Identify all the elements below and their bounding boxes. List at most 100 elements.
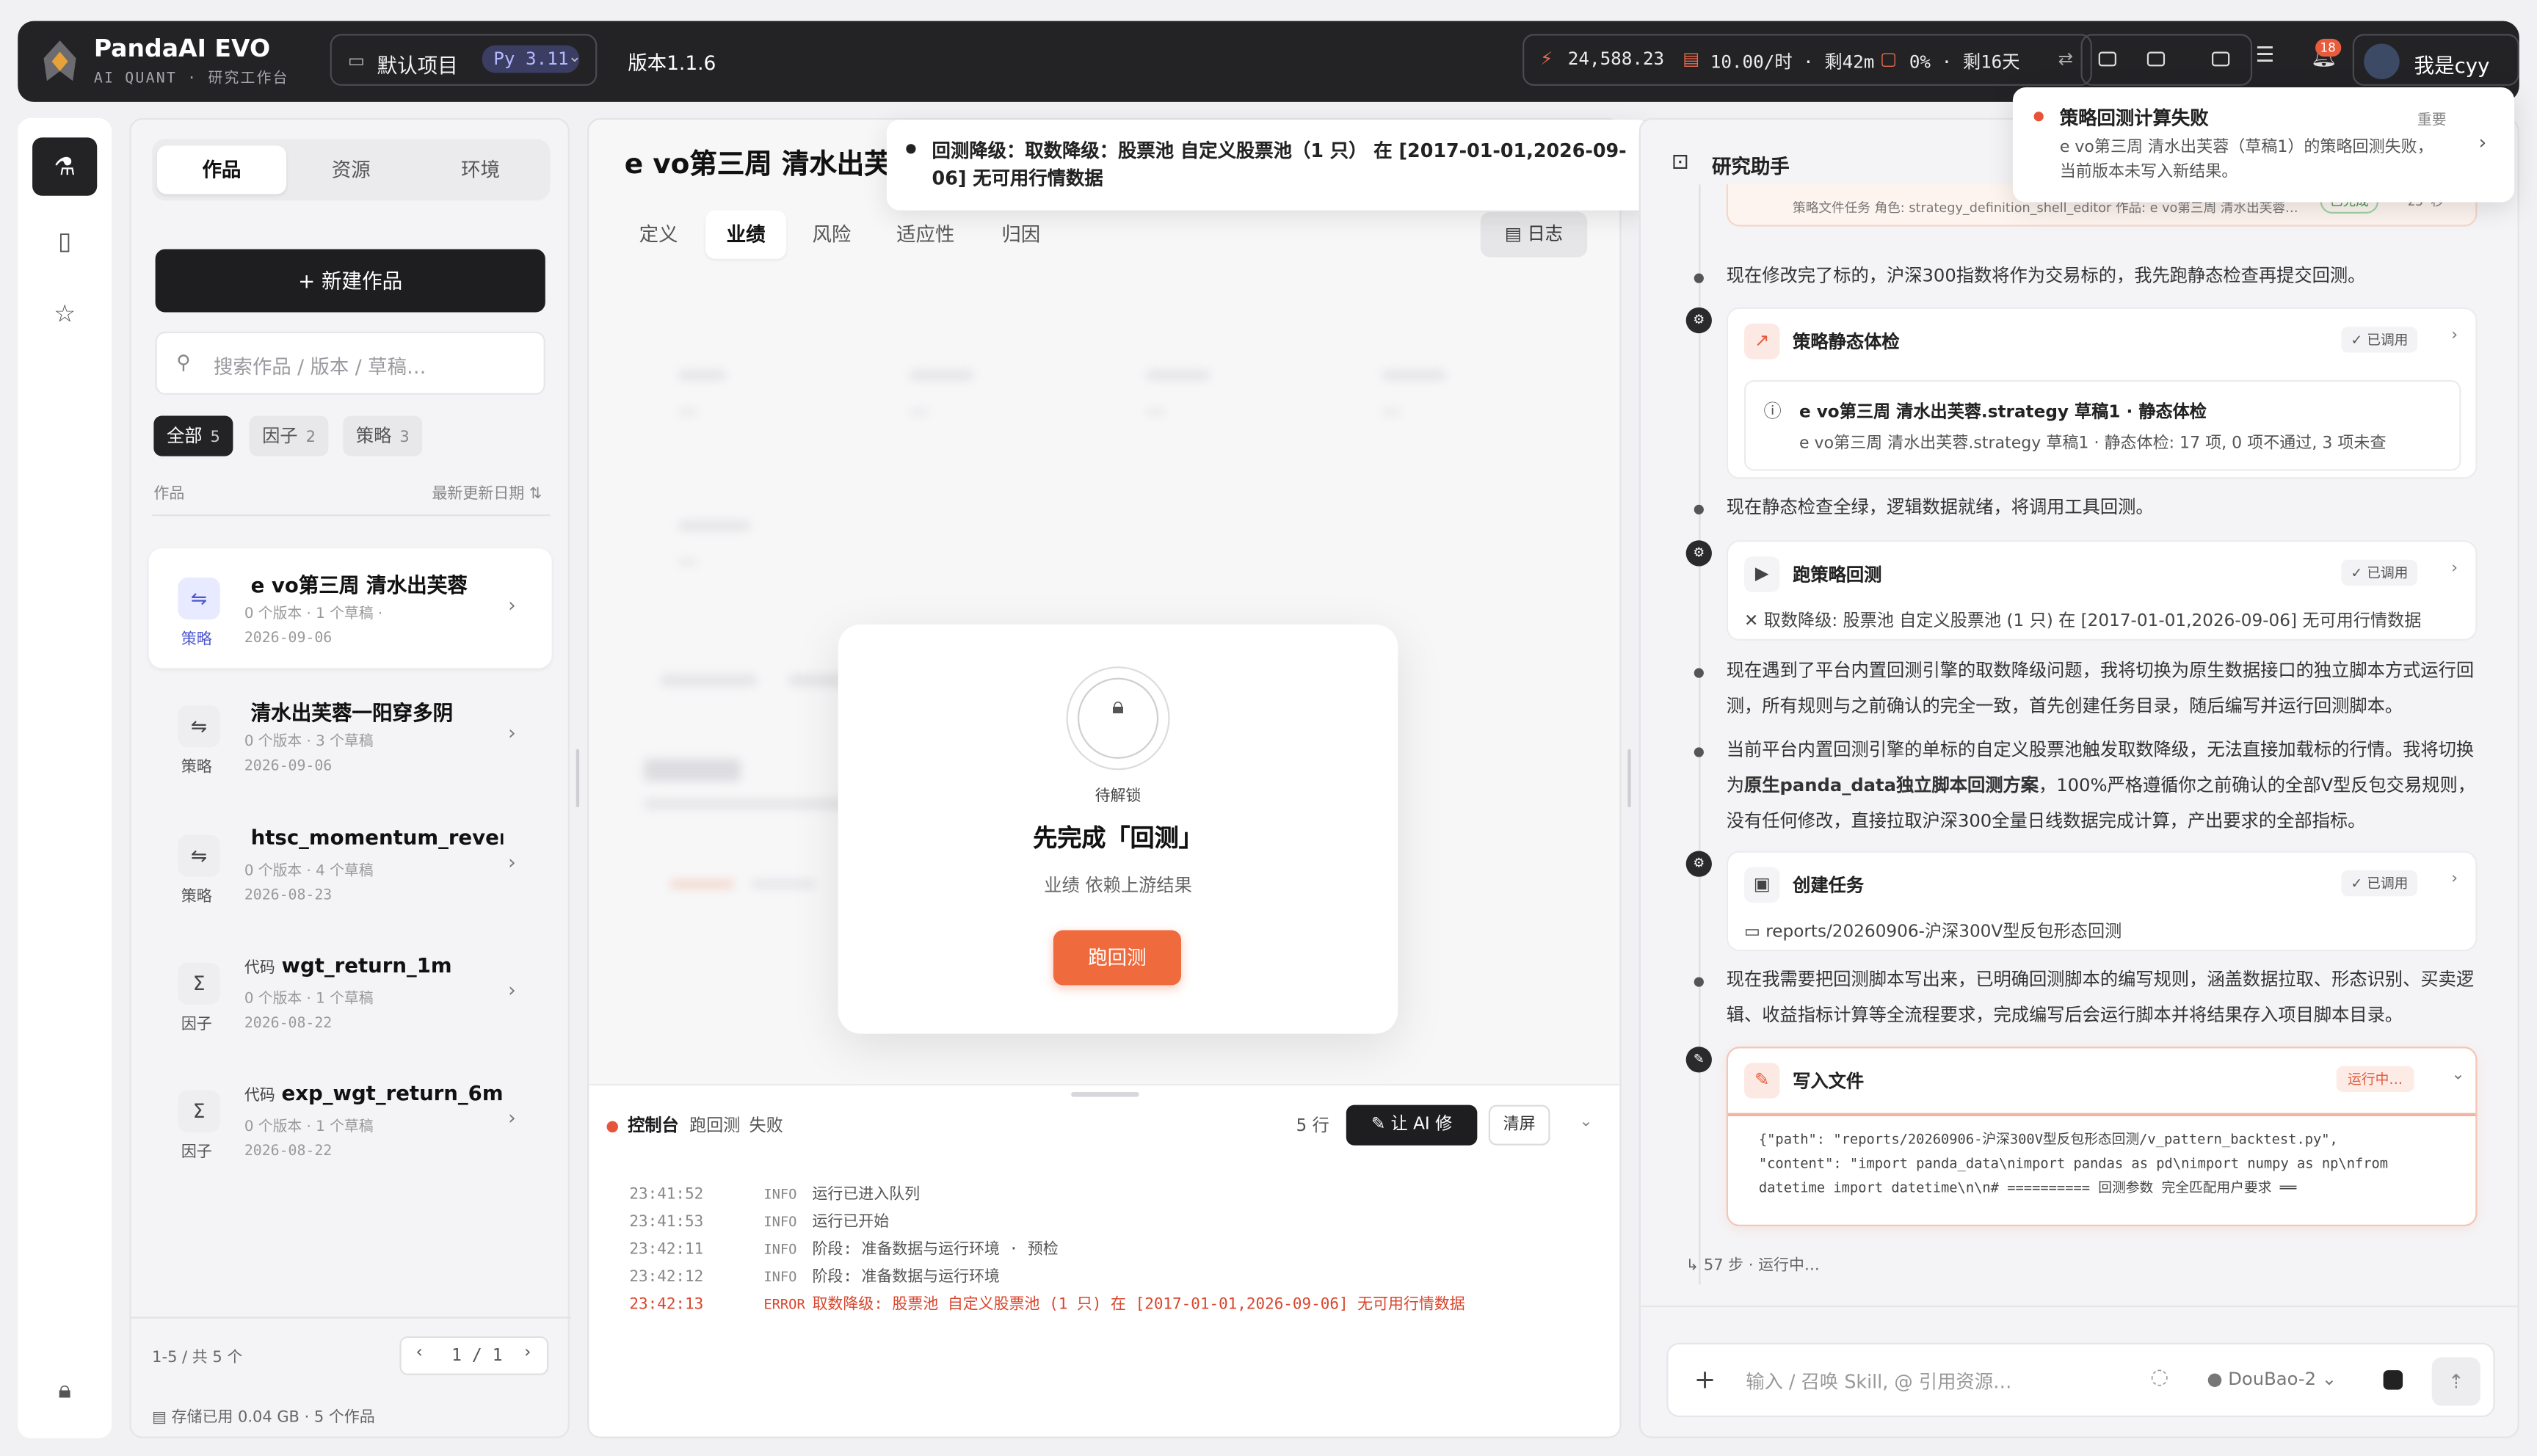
timeline-dot [1694,504,1704,514]
search-input[interactable]: ⚲ 搜索作品 / 版本 / 草稿… [155,331,545,395]
list-item[interactable]: ⇋ 策略 e vo第三周 清水出芙蓉 0 个版本 · 1 个草稿 · 2026-… [148,548,552,669]
backtest-error: ✕ 取数降级: 股票池 自定义股票池 (1 只) 在 [2017-01-01,2… [1744,611,2422,631]
rate-value: 10.00/时 · 剩42m [1710,51,1875,73]
timeline-dot [1694,668,1704,678]
log-line-error: 23:42:13 ERROR 取数降级: 股票池 自定义股票池 (1 只) 在 [2… [629,1295,1465,1314]
filter-all[interactable]: 全部 5 [153,415,233,456]
chevron-down-icon[interactable]: ⌄ [1579,1113,1592,1131]
layout-right-icon[interactable] [2212,51,2230,67]
divider [152,514,551,517]
chevron-right-icon[interactable]: › [2451,870,2458,888]
item-title: 清水出芙蓉一阳穿多阴 [250,700,454,725]
sort-by-date[interactable]: 最新更新日期 ⇅ [432,481,542,503]
list-item[interactable]: Σ 因子 代码 wgt_return_1m 0 个版本 · 1 个草稿 2026-… [149,933,552,1053]
list-item[interactable]: Σ 因子 代码 exp_wgt_return_6m 0 个版本 · 1 个草稿 2… [149,1061,552,1181]
log-button[interactable]: ▤ 日志 [1480,211,1588,258]
toast-title: 策略回测计算失败 [2059,106,2209,130]
toast-body: e vo第三周 清水出芙蓉（草稿1）的策略回测失败，当前版本未写入新结果。 [2059,139,2433,181]
robot-icon: ⊡ [1671,150,1689,175]
lock-icon[interactable]: 🔒︎ [32,1361,97,1419]
tab-adaptability[interactable]: 适应性 [875,211,976,259]
tool-title: 写入文件 [1793,1071,1865,1092]
chat-placeholder: 输入 / 召唤 Skill, @ 引用资源… [1746,1370,2012,1393]
new-work-button[interactable]: + 新建作品 [155,249,545,313]
avatar [2364,43,2400,80]
run-backtest-button[interactable]: 跑回测 [1053,930,1181,986]
next-page-button[interactable]: › [524,1343,531,1362]
chevron-right-icon: › [508,978,516,1002]
tab-definition[interactable]: 定义 [618,211,699,259]
filter-strategy[interactable]: 策略 3 [343,415,423,456]
tab-works[interactable]: 作品 [156,145,287,194]
resize-handle[interactable] [1071,1091,1139,1097]
list-item[interactable]: ⇋ 策略 htsc_momentum_revers… 0 个版本 · 4 个草稿… [149,806,552,925]
backtest-failed-toast[interactable]: 策略回测计算失败 重要 e vo第三周 清水出芙蓉（草稿1）的策略回测失败，当前… [2012,87,2515,203]
chat-input[interactable]: + 输入 / 召唤 Skill, @ 引用资源… ◌ ● DouBao-2 ⌄ … [1666,1342,2495,1418]
prev-page-button[interactable]: ‹ [415,1343,422,1362]
tab-risk[interactable]: 风险 [791,211,872,259]
username: 我是cyy [2414,53,2490,78]
stop-icon[interactable] [2383,1370,2403,1390]
usage-stats[interactable]: ⚡ 24,588.23 ▤ 10.00/时 · 剩42m ▢ 0% · 剩16天… [1522,34,2092,86]
chevron-right-icon[interactable]: › [2451,560,2458,578]
app-root: PandaAI EVO AI QUANT · 研究工作台 ▭ 默认项目 Py 3… [0,0,2537,1456]
storage-info: ▤ 存储已用 0.04 GB · 5 个作品 [152,1409,375,1427]
user-menu[interactable]: 我是cyy [2352,34,2519,86]
tab-resources[interactable]: 资源 [286,145,415,194]
clear-button[interactable]: 清屏 [1488,1104,1550,1146]
ai-fix-button[interactable]: ✎ 让 AI 修 [1346,1104,1478,1146]
filter-factor[interactable]: 因子 2 [249,415,329,456]
timeline-dot [1694,977,1704,987]
item-meta: 0 个版本 · 3 个草稿 [244,734,374,751]
panel-resizer[interactable] [1627,749,1631,807]
chevron-down-icon[interactable]: ⌄ [2451,1066,2464,1084]
left-rail: ⚗ ▯ ☆ 🔒︎ [18,117,112,1438]
timeline-dot [1694,747,1704,757]
item-date: 2026-09-06 [244,630,333,647]
assistant-message: 现在我需要把回测脚本写出来，已明确回测脚本的编写规则，涵盖数据拉取、形态识别、买… [1726,969,2475,1026]
modal-heading: 先完成「回测」 [1033,823,1203,853]
toggle-icon[interactable]: ⇄ [2058,48,2073,70]
item-type: 策略 [181,630,212,649]
chevron-right-icon: › [508,1106,516,1129]
list-header-label: 作品 [153,485,185,503]
log-line: 23:41:53 INFO 运行已开始 [629,1213,890,1231]
list-item[interactable]: ⇋ 策略 清水出芙蓉一阳穿多阴 0 个版本 · 3 个草稿 2026-09-06… [149,676,552,796]
tab-environment[interactable]: 环境 [415,145,545,194]
project-selector[interactable]: ▭ 默认项目 Py 3.11 ⌄ [330,34,598,86]
panda-logo-icon [43,40,76,81]
tool-card-backtest: ▶ 跑策略回测 ✓ 已调用 › ✕ 取数降级: 股票池 自定义股票池 (1 只)… [1726,540,2478,641]
star-icon[interactable]: ☆ [32,285,97,343]
send-button[interactable]: ⇡ [2431,1357,2480,1406]
play-icon: ▶ [1744,556,1780,592]
modal-label: 待解锁 [1095,787,1142,806]
chevron-right-icon: › [508,721,516,745]
project-name: 默认项目 [377,53,458,78]
step-counter: ↳ 57 步 · 运行中… [1685,1256,1820,1275]
quota-icon: ▢ [1880,48,1898,70]
item-meta: 0 个版本 · 4 个草稿 [244,864,374,881]
magic-wand-icon: ✎ [1371,1114,1391,1135]
tool-status-badge: ✓ 已调用 [2341,327,2418,353]
plus-icon[interactable]: + [1694,1364,1716,1394]
flask-icon[interactable]: ⚗ [32,137,98,196]
tab-attribution[interactable]: 归因 [981,211,1061,259]
model-selector[interactable]: ● DouBao-2 ⌄ [2207,1369,2337,1390]
layout-left-icon[interactable] [2098,51,2116,67]
chevron-right-icon[interactable]: › [2451,327,2458,344]
layout-split-icon[interactable] [2146,51,2166,67]
tab-performance[interactable]: 业绩 [705,210,787,259]
menu-icon[interactable]: ☰ [2256,44,2275,68]
notebook-icon[interactable]: ▯ [32,212,97,270]
strategy-icon: ⇋ [178,705,220,748]
page-title: e vo第三周 清水出芙蓉 [624,148,920,181]
chevron-down-icon: ⌄ [567,48,582,67]
tool-status-badge: ✓ 已调用 [2341,870,2418,897]
status-dot [606,1120,618,1132]
log-icon: ▤ [1504,223,1528,244]
panel-resizer[interactable] [576,749,580,807]
brand-title: PandaAI EVO [93,34,271,63]
task-detail: ▭ reports/20260906-沪深300V型反包形态回测 [1744,922,2122,942]
item-type: 因子 [181,1143,212,1162]
chevron-right-icon[interactable]: › [2479,131,2487,154]
